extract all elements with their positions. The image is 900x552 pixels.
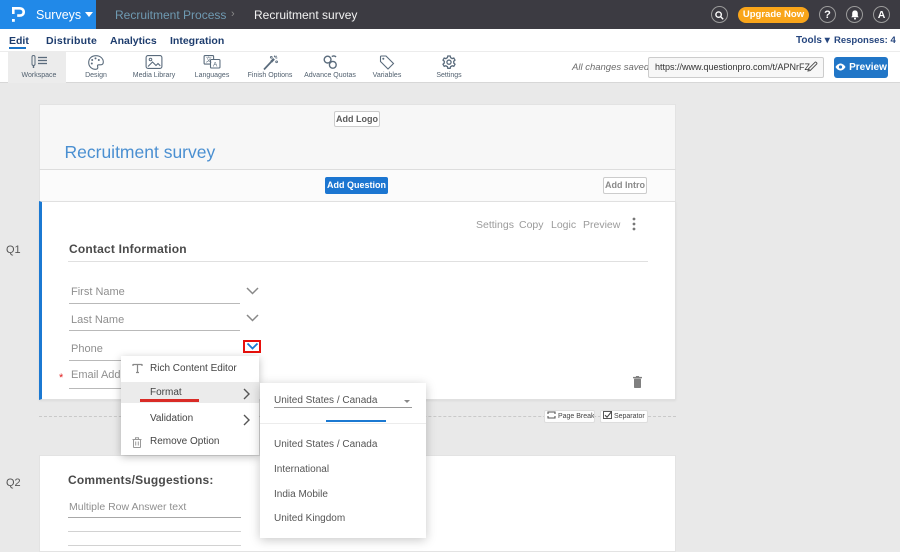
svg-text:文: 文	[206, 56, 212, 64]
svg-text:A: A	[213, 62, 218, 69]
